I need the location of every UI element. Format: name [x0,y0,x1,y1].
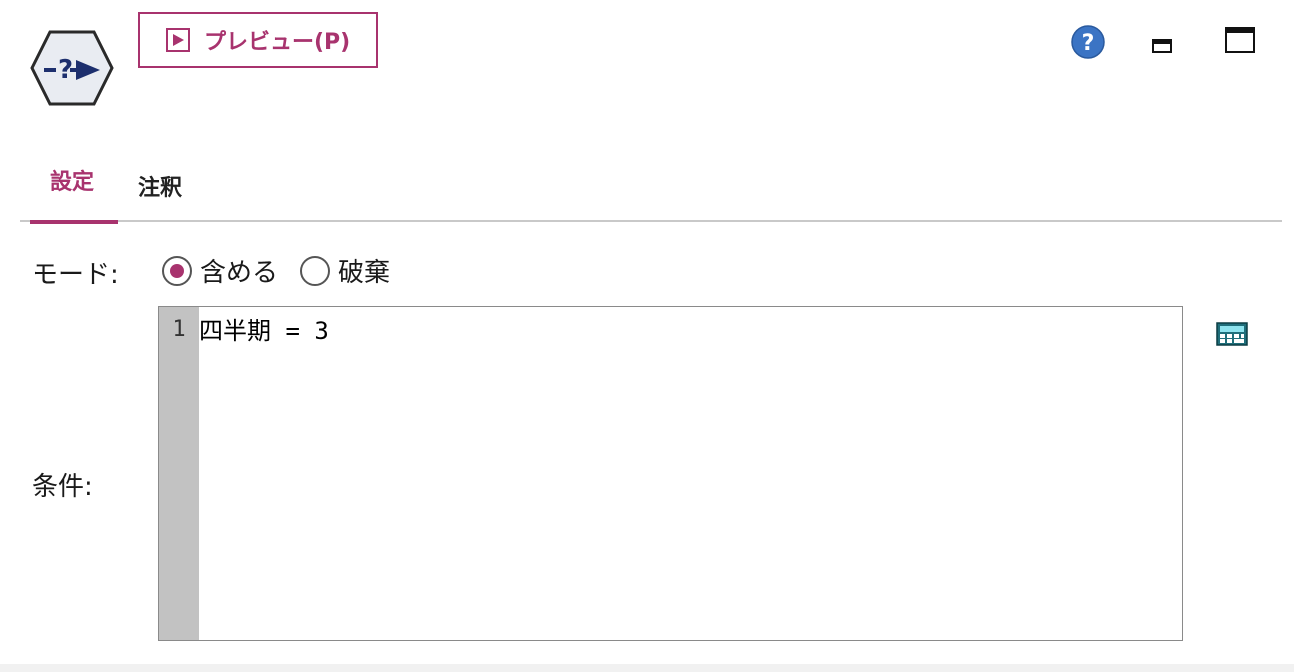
tab-divider [20,220,1282,222]
condition-editor[interactable]: 1 四半期 = 3 [158,306,1183,641]
tab-bar: 設定 注釈 [20,150,1282,224]
mode-label: モード: [32,260,119,290]
preview-button-label: プレビュー(P) [204,30,351,55]
svg-text:?: ? [1082,31,1095,56]
tab-annotations[interactable]: 注釈 [138,170,182,202]
minimize-icon[interactable] [1150,34,1176,54]
tab-settings[interactable]: 設定 [50,164,94,196]
condition-label: 条件: [32,472,93,502]
active-tab-indicator [30,220,118,224]
footer-strip [0,664,1294,672]
line-number-gutter [159,307,199,640]
mode-radio-group: 含める 破棄 [162,252,412,289]
mode-discard-label: 破棄 [338,258,391,288]
select-node-icon: ? [30,30,114,106]
preview-button[interactable]: プレビュー(P) [138,12,378,68]
calculator-icon[interactable] [1216,322,1248,346]
code-line: 四半期 = 3 [199,317,329,345]
mode-discard-radio[interactable]: 破棄 [300,252,390,289]
radio-selected-icon [162,255,192,286]
line-number: 1 [172,317,186,342]
help-icon[interactable]: ? [1070,24,1106,60]
mode-include-radio[interactable]: 含める [162,252,278,289]
maximize-icon[interactable] [1224,26,1256,54]
play-icon [166,28,190,52]
radio-unselected-icon [300,255,331,286]
mode-include-label: 含める [200,258,279,288]
